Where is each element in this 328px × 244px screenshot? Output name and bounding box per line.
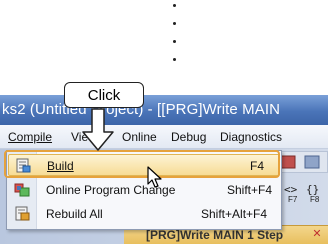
- close-icon[interactable]: ✕: [310, 227, 324, 241]
- menu-item-shortcut: Shift+Alt+F4: [201, 207, 268, 221]
- menu-debug[interactable]: Debug: [171, 130, 206, 144]
- menu-item-rebuild-all[interactable]: Rebuild All Shift+Alt+F4: [8, 203, 280, 225]
- menu-bar: Compile View Online Debug Diagnostics: [0, 125, 328, 149]
- f7-key: F7: [288, 195, 298, 204]
- highlight-ring: [4, 150, 280, 178]
- menu-online[interactable]: Online: [122, 130, 157, 144]
- online-change-icon: [14, 183, 30, 197]
- menu-item-shortcut: Shift+F4: [227, 183, 273, 197]
- menu-diagnostics[interactable]: Diagnostics: [220, 130, 282, 144]
- menu-item-online-program-change[interactable]: Online Program Change Shift+F4: [8, 179, 280, 201]
- f8-key: F8: [310, 195, 320, 204]
- tab-label: [PRG]Write MAIN 1 Step: [146, 228, 284, 242]
- rebuild-icon: [15, 206, 30, 221]
- menu-compile[interactable]: Compile: [8, 130, 52, 144]
- down-arrow-icon: [82, 108, 114, 151]
- callout-label: Click: [87, 87, 121, 104]
- window-title-bar: ks2 (Untitled Project) - [[PRG]Write MAI…: [0, 95, 328, 125]
- mouse-cursor-icon: [147, 166, 162, 188]
- menu-item-label: Rebuild All: [46, 207, 103, 221]
- continuation-dots: [173, 2, 177, 74]
- click-callout: Click: [64, 82, 144, 108]
